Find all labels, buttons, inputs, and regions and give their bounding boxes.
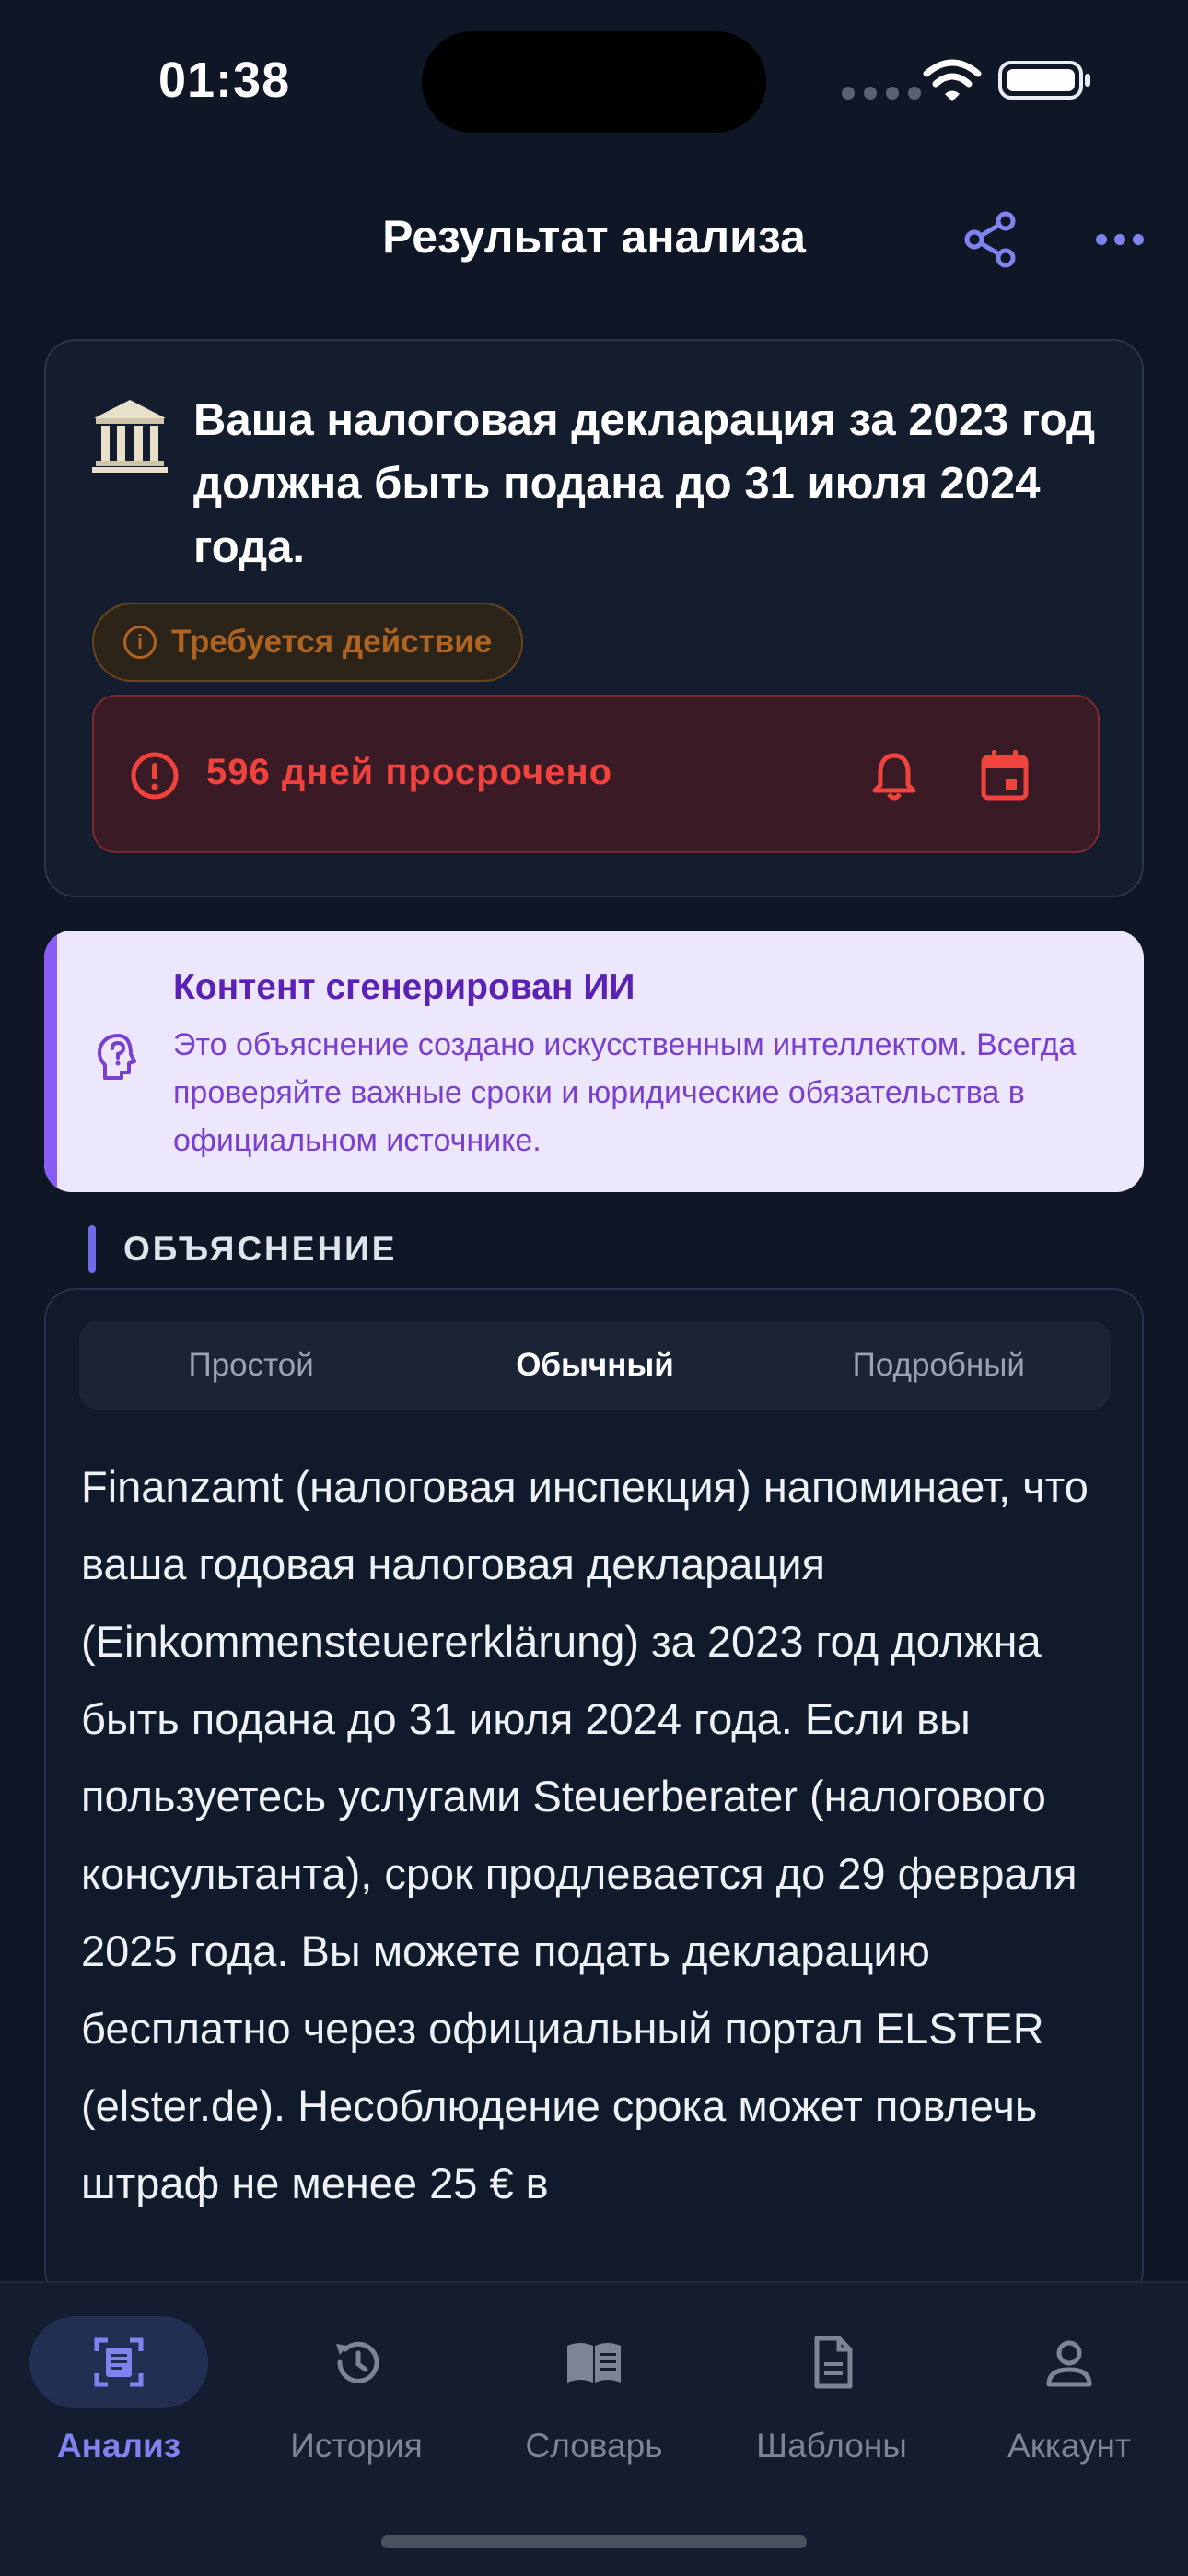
tab-account[interactable]: Аккаунт: [950, 2316, 1188, 2465]
tab-dictionary[interactable]: Словарь: [475, 2316, 713, 2465]
action-required-badge: i Требуется действие: [92, 603, 524, 682]
home-indicator: [381, 2535, 807, 2548]
bank-building-icon: [92, 400, 168, 473]
tab-templates[interactable]: Шаблоны: [713, 2316, 950, 2465]
tab-history-label: История: [290, 2427, 423, 2465]
more-options-icon[interactable]: [1087, 206, 1153, 273]
book-icon: [567, 2343, 621, 2383]
tab-account-label: Аккаунт: [1007, 2427, 1131, 2465]
tab-analysis[interactable]: Анализ: [0, 2316, 238, 2465]
section-title: ОБЪЯСНЕНИЕ: [123, 1230, 398, 1268]
tab-history[interactable]: История: [238, 2316, 475, 2465]
overdue-banner: 596 дней просрочено: [92, 695, 1100, 853]
alert-circle-icon: [131, 752, 179, 800]
ai-notice-title: Контент сгенерирован ИИ: [173, 967, 635, 1007]
action-required-label: Требуется действие: [171, 624, 493, 660]
wifi-icon: [923, 59, 982, 101]
deadline-title: Ваша налоговая декларация за 2023 год до…: [193, 395, 1096, 572]
explanation-card: Простой Обычный Подробный Finanzamt (нал…: [44, 1288, 1144, 2301]
tab-dictionary-label: Словарь: [525, 2427, 663, 2465]
overdue-days: 596 дней просрочено: [206, 752, 613, 792]
ai-notice-body: Это объяснение создано искусственным инт…: [173, 1027, 1077, 1158]
app-header: Результат анализа: [0, 193, 1188, 286]
ai-head-question-icon: [98, 1034, 136, 1080]
bell-reminder-icon[interactable]: [868, 750, 921, 803]
level-option-simple[interactable]: Простой: [79, 1321, 423, 1410]
cellular-signal-icon: [842, 87, 921, 100]
history-icon: [336, 2341, 379, 2383]
battery-icon: [998, 61, 1090, 100]
bottom-tab-bar: Анализ История Словарь Шаблоны Аккаунт: [0, 2281, 1188, 2576]
calendar-add-icon[interactable]: [978, 748, 1031, 803]
dynamic-island: [422, 31, 766, 133]
share-icon[interactable]: [958, 206, 1024, 273]
section-header: ОБЪЯСНЕНИЕ: [88, 1225, 397, 1273]
status-bar: 01:38: [0, 0, 1188, 157]
deadline-card: Ваша налоговая декларация за 2023 год до…: [44, 339, 1144, 897]
tab-templates-label: Шаблоны: [756, 2427, 907, 2465]
account-icon: [1046, 2340, 1092, 2387]
tab-analysis-label: Анализ: [56, 2427, 181, 2465]
ai-content-notice: Контент сгенерирован ИИ Это объяснение с…: [44, 931, 1144, 1192]
info-icon: i: [123, 626, 157, 659]
section-accent-bar: [88, 1225, 96, 1273]
detail-level-selector: Простой Обычный Подробный: [79, 1321, 1111, 1410]
status-time: 01:38: [158, 53, 291, 108]
scan-document-icon: [94, 2337, 144, 2387]
explanation-text: Finanzamt (налоговая инспекция) напомина…: [81, 1462, 1089, 2207]
document-template-icon: [814, 2336, 853, 2389]
level-option-detailed[interactable]: Подробный: [767, 1321, 1111, 1410]
notice-accent-bar: [44, 931, 57, 1192]
level-option-normal[interactable]: Обычный: [423, 1321, 766, 1410]
